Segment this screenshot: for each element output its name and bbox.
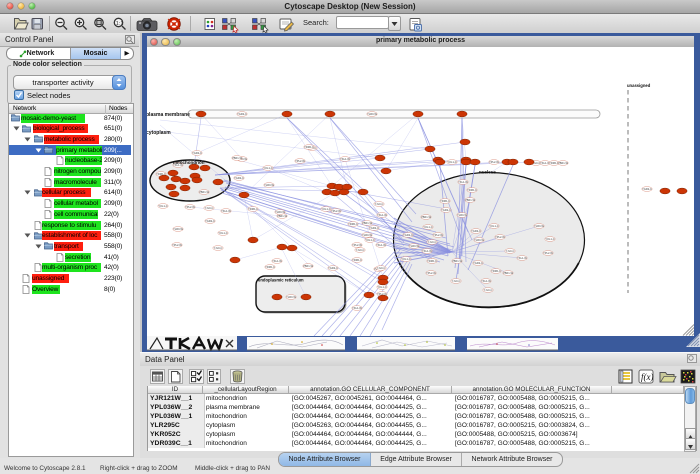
svg-text:YJL0-C: YJL0-C bbox=[428, 240, 437, 244]
svg-text:YBR1-W: YBR1-W bbox=[503, 271, 514, 275]
svg-text:YLR0-W: YLR0-W bbox=[275, 210, 285, 214]
svg-text:YOL1-C: YOL1-C bbox=[263, 166, 272, 170]
svg-text:YGR2-C: YGR2-C bbox=[237, 112, 247, 116]
svg-text:YPL2-W: YPL2-W bbox=[426, 271, 436, 275]
svg-text:endoplasmic reticulum: endoplasmic reticulum bbox=[258, 278, 304, 283]
svg-text:YGR2-C: YGR2-C bbox=[473, 261, 483, 265]
svg-text:YJL0-C: YJL0-C bbox=[205, 206, 214, 210]
svg-text:YDR0-C: YDR0-C bbox=[248, 207, 258, 211]
svg-text:YBR1-W: YBR1-W bbox=[558, 161, 569, 165]
svg-text:YPL2-W: YPL2-W bbox=[185, 205, 195, 209]
svg-text:YJL0-C: YJL0-C bbox=[214, 246, 223, 250]
svg-text:YGR2-C: YGR2-C bbox=[205, 219, 215, 223]
svg-text:YOL1-C: YOL1-C bbox=[218, 231, 227, 235]
svg-text:YPL2-W: YPL2-W bbox=[433, 233, 443, 237]
svg-text:YLR0-W: YLR0-W bbox=[173, 227, 183, 231]
svg-text:YBR1-W: YBR1-W bbox=[362, 221, 373, 225]
svg-text:YOL1-C: YOL1-C bbox=[423, 225, 432, 229]
svg-text:YPL2-W: YPL2-W bbox=[172, 243, 182, 247]
svg-text:YGR2-C: YGR2-C bbox=[403, 233, 413, 237]
svg-text:YOL1-C: YOL1-C bbox=[321, 207, 330, 211]
svg-text:YKL1-W: YKL1-W bbox=[221, 209, 231, 213]
svg-text:YJL0-C: YJL0-C bbox=[452, 279, 461, 283]
svg-text:YDR0-C: YDR0-C bbox=[467, 188, 477, 192]
svg-text:YKL1-W: YKL1-W bbox=[422, 249, 432, 253]
svg-text:YGR2-C: YGR2-C bbox=[192, 151, 202, 155]
svg-text:YOL1-C: YOL1-C bbox=[401, 257, 410, 261]
svg-text:YDR0-C: YDR0-C bbox=[491, 269, 501, 273]
svg-text:YBR1-W: YBR1-W bbox=[303, 264, 314, 268]
svg-text:YKL1-W: YKL1-W bbox=[340, 157, 350, 161]
svg-text:YKL1-W: YKL1-W bbox=[376, 243, 386, 247]
svg-text:plasma membrane: plasma membrane bbox=[147, 112, 190, 118]
svg-text:YBR1-W: YBR1-W bbox=[452, 259, 463, 263]
svg-text:f(x): f(x) bbox=[641, 372, 654, 382]
svg-text:YJL0-C: YJL0-C bbox=[506, 249, 515, 253]
svg-text:YKL1-W: YKL1-W bbox=[272, 259, 282, 263]
svg-text:cytoplasm: cytoplasm bbox=[147, 130, 171, 136]
svg-text:YOL1-C: YOL1-C bbox=[377, 285, 386, 289]
svg-text:YBR1-W: YBR1-W bbox=[199, 190, 210, 194]
svg-text:YOL1-C: YOL1-C bbox=[365, 238, 374, 242]
svg-text:YBR1-W: YBR1-W bbox=[421, 215, 432, 219]
svg-text:YOL1-C: YOL1-C bbox=[158, 204, 167, 208]
svg-text:YLR0-W: YLR0-W bbox=[457, 213, 467, 217]
svg-text:YLR0-W: YLR0-W bbox=[286, 295, 296, 299]
svg-text:YDR0-C: YDR0-C bbox=[304, 145, 314, 149]
svg-text:mitochondrion: mitochondrion bbox=[173, 160, 205, 165]
svg-text:YGR2-C: YGR2-C bbox=[328, 266, 338, 270]
svg-text:YPL2-W: YPL2-W bbox=[489, 160, 499, 164]
svg-text:1:1: 1:1 bbox=[116, 21, 124, 27]
svg-text:YDR0-C: YDR0-C bbox=[440, 199, 450, 203]
svg-text:YLR0-W: YLR0-W bbox=[362, 233, 372, 237]
svg-text:YOL1-C: YOL1-C bbox=[545, 237, 554, 241]
svg-text:YPL2-W: YPL2-W bbox=[295, 159, 305, 163]
svg-text:YGR2-C: YGR2-C bbox=[471, 229, 481, 233]
svg-text:YKL1-W: YKL1-W bbox=[377, 213, 387, 217]
svg-text:YKL1-W: YKL1-W bbox=[517, 256, 527, 260]
svg-text:YKL1-W: YKL1-W bbox=[458, 180, 468, 184]
svg-text:YPL2-W: YPL2-W bbox=[352, 243, 362, 247]
svg-text:YLR0-W: YLR0-W bbox=[409, 244, 419, 248]
svg-text:YGR2-C: YGR2-C bbox=[441, 208, 451, 212]
svg-text:YPL2-W: YPL2-W bbox=[543, 251, 553, 255]
svg-text:YJL0-C: YJL0-C bbox=[356, 248, 365, 252]
svg-text:YJL0-C: YJL0-C bbox=[484, 288, 493, 292]
svg-text:YGR2-C: YGR2-C bbox=[369, 226, 379, 230]
svg-text:YBR1-W: YBR1-W bbox=[277, 214, 288, 218]
svg-text:nucleus: nucleus bbox=[479, 170, 497, 175]
svg-text:YPL2-W: YPL2-W bbox=[331, 209, 341, 213]
svg-text:YKL1-W: YKL1-W bbox=[352, 306, 362, 310]
svg-text:YGR2-C: YGR2-C bbox=[234, 176, 244, 180]
svg-text:YJL0-C: YJL0-C bbox=[375, 202, 384, 206]
svg-text:YLR0-W: YLR0-W bbox=[367, 112, 377, 116]
svg-text:YLR0-W: YLR0-W bbox=[534, 224, 544, 228]
svg-text:YOL1-C: YOL1-C bbox=[489, 224, 498, 228]
svg-text:YLR0-W: YLR0-W bbox=[474, 238, 484, 242]
svg-text:YDR0-C: YDR0-C bbox=[348, 222, 358, 226]
svg-text:YPL2-W: YPL2-W bbox=[495, 235, 505, 239]
svg-text:unassigned: unassigned bbox=[627, 83, 651, 88]
svg-text:YOL1-C: YOL1-C bbox=[447, 160, 456, 164]
svg-text:YBR1-W: YBR1-W bbox=[465, 198, 476, 202]
svg-text:YDR0-C: YDR0-C bbox=[352, 258, 362, 262]
svg-text:YDR0-C: YDR0-C bbox=[427, 259, 437, 263]
svg-text:YKL1-W: YKL1-W bbox=[481, 279, 491, 283]
svg-text:YLR0-W: YLR0-W bbox=[264, 183, 274, 187]
svg-text:YBR1-W: YBR1-W bbox=[232, 156, 243, 160]
svg-text:YJL0-C: YJL0-C bbox=[377, 266, 386, 270]
svg-text:YDR0-C: YDR0-C bbox=[265, 265, 275, 269]
svg-text:YGR2-C: YGR2-C bbox=[642, 187, 652, 191]
